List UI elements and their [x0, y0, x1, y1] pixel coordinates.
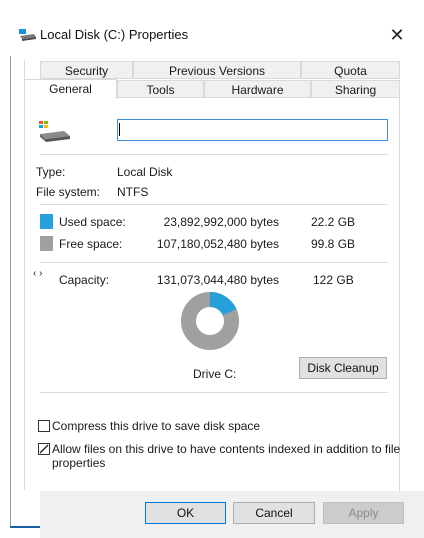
used-space-size: 22.2 GB [311, 215, 356, 229]
drive-label: Drive C: [193, 367, 237, 381]
check-icon [39, 444, 49, 454]
separator [40, 154, 388, 155]
tab-tools[interactable]: Tools [117, 80, 204, 98]
dialog-edge-accent [10, 526, 40, 528]
tab-frame-edge [24, 60, 25, 490]
separator [40, 204, 388, 205]
text-cursor [119, 123, 120, 136]
type-label: Type: [36, 165, 66, 179]
type-value: Local Disk [117, 165, 173, 179]
free-space-size: 99.8 GB [311, 237, 356, 251]
drive-name-input[interactable] [117, 119, 388, 141]
used-space-swatch [40, 214, 53, 229]
tab-security[interactable]: Security [40, 61, 133, 79]
used-space-label: Used space: [59, 215, 126, 229]
used-space-bytes: 23,892,992,000 bytes [163, 215, 279, 229]
tab-hardware[interactable]: Hardware [204, 80, 311, 98]
close-icon: ✕ [389, 24, 405, 45]
tab-quota[interactable]: Quota [301, 61, 400, 79]
index-label-line1: Allow files on this drive to have conten… [52, 442, 401, 456]
free-space-bytes: 107,180,052,480 bytes [156, 237, 279, 251]
free-space-swatch [40, 236, 53, 251]
capacity-label: Capacity: [59, 273, 110, 287]
file-system-value: NTFS [117, 185, 149, 199]
tab-sharing[interactable]: Sharing [311, 80, 400, 98]
apply-button[interactable]: Apply [323, 502, 404, 524]
index-checkbox[interactable] [38, 443, 50, 455]
close-button[interactable]: ✕ [380, 21, 414, 49]
compress-label: Compress this drive to save disk space [52, 419, 261, 433]
drive-icon [19, 28, 37, 42]
capacity-bytes: 131,073,044,480 bytes [156, 273, 279, 287]
index-label-line2: properties [52, 456, 106, 470]
resize-arrows-icon: ‹ › [33, 268, 43, 279]
tab-previous-versions[interactable]: Previous Versions [133, 61, 301, 79]
free-space-label: Free space: [59, 237, 123, 251]
tab-general[interactable]: General [24, 79, 117, 99]
dialog-edge [10, 56, 11, 526]
disk-cleanup-button[interactable]: Disk Cleanup [299, 357, 387, 379]
window-title: Local Disk (C:) Properties [40, 27, 189, 42]
usage-donut-chart [181, 292, 239, 350]
separator [40, 262, 388, 263]
file-system-label: File system: [36, 185, 101, 199]
compress-checkbox[interactable] [38, 420, 50, 432]
cancel-button[interactable]: Cancel [233, 502, 315, 524]
hard-drive-icon [38, 120, 72, 144]
capacity-size: 122 GB [313, 273, 354, 287]
separator [40, 392, 388, 393]
ok-button[interactable]: OK [145, 502, 226, 524]
